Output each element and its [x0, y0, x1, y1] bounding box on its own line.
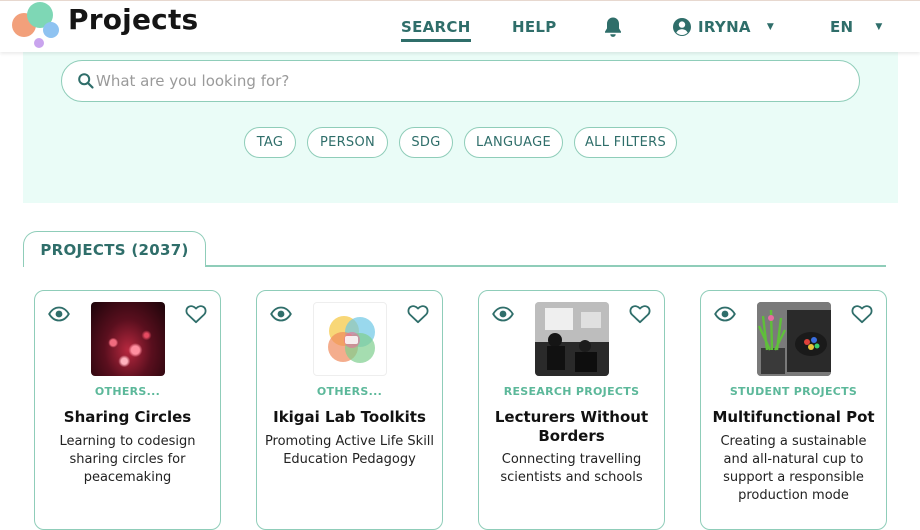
language-selector[interactable]: EN ▼ [830, 1, 883, 53]
project-thumbnail-ikigai-lab [313, 302, 387, 376]
heart-icon[interactable] [629, 304, 651, 324]
project-title[interactable]: Multifunctional Pot [707, 408, 880, 427]
project-title[interactable]: Lecturers Without Borders [485, 408, 658, 446]
project-description: Creating a sustainable and all-natural c… [720, 434, 867, 503]
brand-title[interactable]: Projects [68, 3, 198, 36]
plant-pot-photo-icon [757, 302, 831, 376]
ikigai-watercolor-icon [328, 316, 375, 363]
nav-help-label: HELP [512, 18, 557, 36]
eye-icon[interactable] [492, 306, 514, 322]
project-card[interactable]: RESEARCH PROJECTS Lecturers Without Bord… [478, 290, 665, 530]
project-category: STUDENT PROJECTS [729, 385, 858, 398]
user-avatar-icon [673, 18, 691, 36]
project-card[interactable]: STUDENT PROJECTS Multifunctional Pot Cre… [700, 290, 887, 530]
project-card[interactable]: OTHERS... Sharing Circles Learning to co… [34, 290, 221, 530]
nav-search-active-underline [401, 39, 471, 42]
projects-logo-icon[interactable] [10, 1, 66, 49]
project-description: Promoting Active Life Skill Education Pe… [264, 434, 435, 467]
project-title[interactable]: Ikigai Lab Toolkits [263, 408, 436, 427]
language-label: EN [830, 18, 854, 36]
nav-help[interactable]: HELP [512, 1, 557, 53]
project-thumbnail-sharing-circles [91, 302, 165, 376]
search-box[interactable] [61, 60, 860, 102]
eye-icon[interactable] [48, 306, 70, 322]
project-thumbnail-lecturers [535, 302, 609, 376]
filter-chip-language[interactable]: LANGUAGE [464, 127, 563, 158]
nav-search[interactable]: SEARCH [401, 1, 471, 53]
top-header: Projects SEARCH HELP IRYNA ▼ EN ▼ [0, 0, 920, 52]
project-category: OTHERS... [316, 385, 383, 398]
classroom-photo-icon [535, 302, 609, 376]
filter-chip-all-filters[interactable]: ALL FILTERS [574, 127, 677, 158]
filter-chip-tag[interactable]: TAG [244, 127, 296, 158]
nav-search-label: SEARCH [401, 18, 471, 36]
search-panel: TAG PERSON SDG LANGUAGE ALL FILTERS [23, 52, 898, 203]
project-title[interactable]: Sharing Circles [41, 408, 214, 427]
filter-chip-person[interactable]: PERSON [307, 127, 388, 158]
filter-chips: TAG PERSON SDG LANGUAGE ALL FILTERS [23, 127, 898, 159]
notifications-button[interactable] [603, 1, 623, 53]
chevron-down-icon: ▼ [875, 22, 883, 32]
eye-icon[interactable] [714, 306, 736, 322]
tab-divider [205, 265, 886, 267]
project-category: RESEARCH PROJECTS [503, 385, 640, 398]
user-name: IRYNA [698, 18, 751, 36]
heart-icon[interactable] [185, 304, 207, 324]
project-card[interactable]: OTHERS... Ikigai Lab Toolkits Promoting … [256, 290, 443, 530]
heart-icon[interactable] [407, 304, 429, 324]
tab-projects[interactable]: PROJECTS (2037) [23, 231, 206, 267]
chevron-down-icon: ▼ [766, 22, 775, 32]
project-description: Learning to codesign sharing circles for… [59, 434, 196, 485]
search-input[interactable] [96, 61, 836, 100]
user-menu[interactable]: IRYNA ▼ [672, 1, 774, 53]
bell-icon [605, 17, 621, 37]
project-category: OTHERS... [94, 385, 161, 398]
eye-icon[interactable] [270, 306, 292, 322]
search-icon [78, 73, 94, 89]
filter-chip-sdg[interactable]: SDG [399, 127, 453, 158]
heart-icon[interactable] [851, 304, 873, 324]
project-description: Connecting travelling scientists and sch… [500, 452, 643, 485]
project-thumbnail-multifunctional-pot [757, 302, 831, 376]
